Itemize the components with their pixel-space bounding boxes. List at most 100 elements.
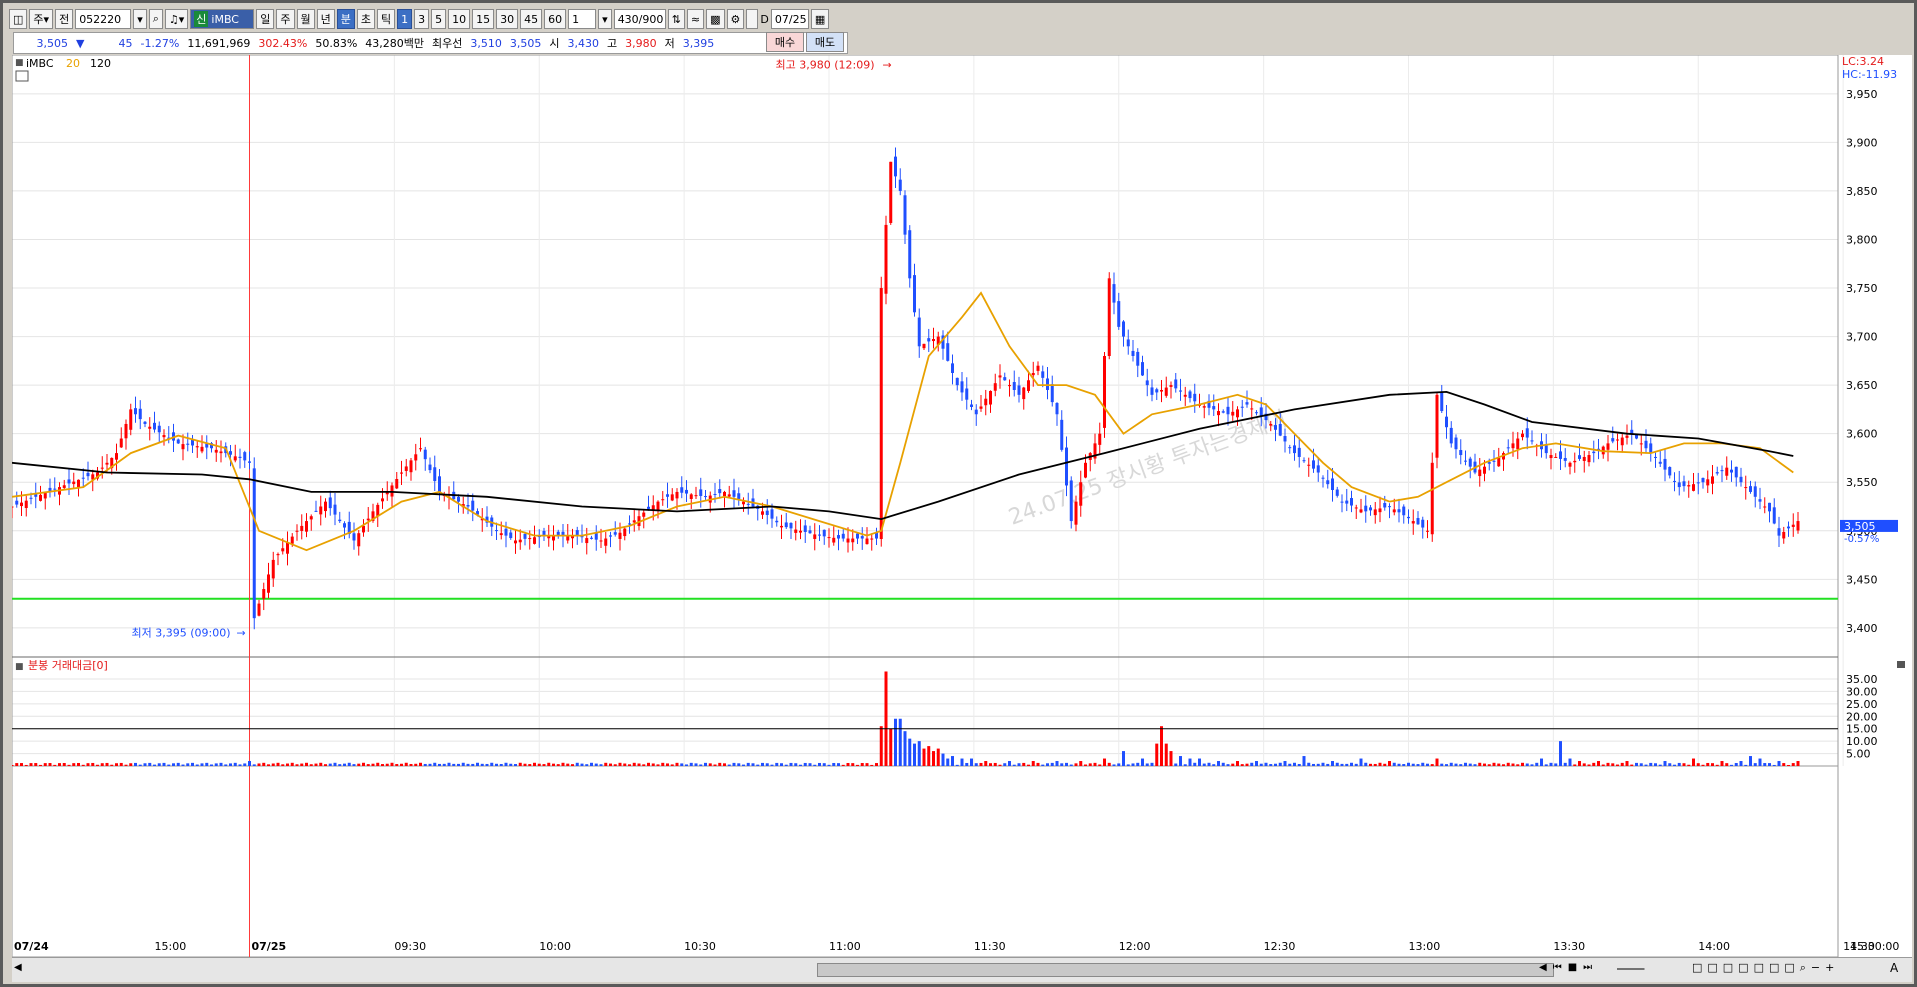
period-tick[interactable]: 틱 [377, 9, 396, 29]
mode-select[interactable]: 주 ▾ [29, 9, 54, 29]
price-change: 45 [118, 36, 133, 50]
market-select[interactable]: 전 [55, 9, 74, 29]
interval-10[interactable]: 10 [448, 9, 471, 29]
volume-bar [1749, 756, 1752, 766]
unit-dropdown-icon[interactable]: ▾ [598, 9, 612, 29]
candle-body [1483, 466, 1486, 474]
volume-bar [537, 763, 541, 766]
volume-bar [675, 762, 679, 766]
volume-bar [267, 764, 270, 766]
time-tick-label: 07/24 [14, 940, 49, 953]
volume-bar [219, 762, 223, 766]
interval-60[interactable]: 60 [544, 9, 567, 29]
volume-bar [1088, 763, 1092, 766]
volume-bar [1530, 764, 1534, 766]
calendar-icon[interactable]: ▦ [810, 9, 830, 29]
volume-bar [1630, 764, 1634, 766]
search-icon[interactable]: ⌕ [148, 9, 163, 29]
buy-button[interactable]: 매수 [766, 32, 804, 52]
candle-body [1692, 484, 1695, 491]
font-size-button[interactable]: A [1890, 961, 1898, 975]
volume-bar [1055, 761, 1059, 766]
candle-body [1312, 460, 1315, 469]
count-input[interactable]: 430/900 [613, 9, 666, 29]
candle-body [48, 487, 52, 491]
chart-area[interactable]: 24.07.25 장시황 투자는경제이 3,4003,4503,5003,550… [10, 54, 1912, 958]
volume-bar [642, 764, 646, 766]
candle-body [1383, 502, 1387, 508]
interval-3[interactable]: 3 [414, 9, 430, 29]
volume-tick-label: 10.00 [1846, 735, 1878, 748]
candle-body [124, 423, 128, 439]
candle-body [1003, 377, 1007, 381]
open-price: 3,430 [567, 36, 600, 50]
scroll-bar[interactable]: ◀ ◀⏮■⏭ ⎯⎯⎯⎯⎯ □□□□□□□⌕−+ A [12, 957, 1912, 982]
volume-bar [1516, 764, 1520, 766]
panel-maximize-icon[interactable] [1897, 661, 1905, 668]
panel-menu-icon[interactable]: ■ [15, 58, 24, 68]
candle-body [1711, 476, 1714, 484]
period-month[interactable]: 월 [296, 9, 315, 29]
interval-15[interactable]: 15 [472, 9, 495, 29]
stock-name-field[interactable]: 신 iMBC [190, 9, 255, 29]
candle-body [1141, 362, 1144, 376]
period-year[interactable]: 년 [316, 9, 335, 29]
code-dropdown-icon[interactable]: ▾ [133, 9, 147, 29]
volume-bar [1031, 761, 1035, 766]
volume-bar [143, 763, 147, 766]
volume-panel-menu-icon[interactable]: ■ [15, 662, 24, 672]
sound-icon[interactable]: ♫▾ [164, 9, 189, 29]
save-icon[interactable]: ▩ [706, 9, 725, 29]
high-price: 3,980 [625, 36, 657, 50]
volume-bar [737, 763, 741, 766]
scroll-left-icon[interactable]: ◀ [14, 962, 24, 976]
price-tick-label: 3,550 [1846, 476, 1878, 489]
interval-5[interactable]: 5 [431, 9, 447, 29]
table-icon[interactable] [15, 70, 29, 82]
gear-icon[interactable]: ⚙ [726, 9, 745, 29]
volume-bar [794, 763, 798, 766]
time-tick-label: 09:30 [394, 940, 426, 953]
price-volume-chart[interactable]: 24.07.25 장시황 투자는경제이 3,4003,4503,5003,550… [10, 54, 1912, 958]
candle-body [1345, 500, 1349, 504]
tools-icon[interactable]: ⇅ [667, 9, 685, 29]
code-input[interactable]: 052220 [75, 9, 132, 29]
candle-body [1468, 458, 1472, 467]
candle-body [1293, 445, 1296, 454]
interval-45[interactable]: 45 [520, 9, 543, 29]
volume-bar [913, 743, 916, 766]
compare-icon[interactable]: ≈ [686, 9, 705, 29]
period-week[interactable]: 주 [276, 9, 295, 29]
price-tick-label: 3,400 [1846, 622, 1878, 635]
candle-body [1459, 450, 1463, 456]
tool-icons[interactable]: □□□□□□□⌕−+ [1692, 961, 1839, 975]
candle-body [784, 522, 788, 528]
date-input[interactable]: 07/25 [770, 9, 809, 29]
zoom-slider[interactable]: ⎯⎯⎯⎯⎯ [1617, 962, 1645, 976]
volume-bar [609, 763, 612, 766]
stock-name: iMBC [211, 12, 239, 26]
candle-body [1231, 411, 1235, 416]
volume-bar [1483, 763, 1486, 766]
sell-button[interactable]: 매도 [806, 32, 844, 52]
volume-bar [1160, 726, 1163, 766]
date-checkbox[interactable] [746, 9, 759, 29]
volume-bar [1644, 764, 1648, 766]
interval-1[interactable]: 1 [397, 9, 413, 29]
layout-icon[interactable]: ◫ [9, 9, 28, 29]
volume-bar [1753, 763, 1757, 766]
interval-30[interactable]: 30 [496, 9, 519, 29]
candle-body [1739, 476, 1743, 483]
volume-bar [214, 763, 218, 766]
period-minute[interactable]: 분 [336, 9, 355, 29]
unit-input[interactable]: 1 [568, 9, 597, 29]
period-second[interactable]: 초 [356, 9, 376, 29]
candle-body [818, 534, 821, 536]
scroll-thumb[interactable] [817, 963, 1554, 977]
volume-bar [485, 763, 489, 766]
volume-bar [1402, 764, 1406, 766]
volume-bar [1454, 763, 1458, 766]
volume-bar [1136, 762, 1140, 766]
period-day[interactable]: 일 [256, 9, 275, 29]
playback-controls[interactable]: ◀⏮■⏭ [1539, 962, 1598, 973]
